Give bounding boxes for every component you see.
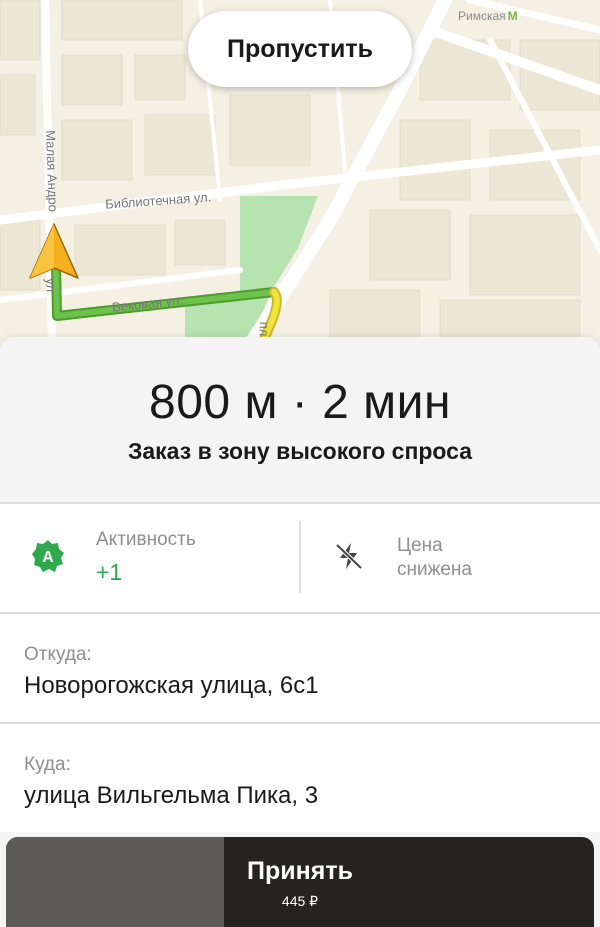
svg-text:A: A — [42, 549, 54, 566]
metro-icon: М — [507, 9, 518, 23]
order-summary: 800 м · 2 мин Заказ в зону высокого спро… — [0, 337, 600, 502]
accept-label: Принять — [247, 857, 353, 885]
order-panel: 800 м · 2 мин Заказ в зону высокого спро… — [0, 337, 600, 927]
destination-label: Куда: — [24, 754, 71, 775]
destination-address: улица Вильгельма Пика, 3 — [24, 782, 319, 809]
pickup-address: Новорогожская улица, 6с1 — [24, 672, 319, 699]
activity-label: Активность — [96, 529, 196, 550]
accept-timer-progress — [6, 837, 224, 927]
vertical-divider — [299, 521, 301, 593]
activity-badge-icon: A — [32, 540, 64, 572]
skip-button[interactable]: Пропустить — [188, 11, 412, 87]
order-type-subtitle: Заказ в зону высокого спроса — [127, 438, 473, 464]
destination-address-block: Куда: улица Вильгельма Пика, 3 — [0, 724, 600, 832]
pickup-address-block: Откуда: Новорогожская улица, 6с1 — [0, 614, 600, 722]
street-label-pl: пл — [256, 321, 272, 337]
lightning-crossed-icon — [335, 543, 363, 570]
order-perks-row: A Активность +1 Цена снижена — [0, 504, 600, 612]
metro-label: Римская М — [458, 9, 518, 23]
map-view[interactable]: Римская М Библиотечная ул. Вековая ул. Ма… — [0, 0, 600, 345]
pickup-label: Откуда: — [24, 644, 92, 665]
accept-button[interactable]: Принять 445 ₽ — [6, 837, 594, 927]
street-label-ul: ул — [43, 278, 59, 293]
eta-distance-time: 800 м · 2 мин — [149, 376, 451, 429]
street-label-malaya-andronyevskaya: Малая Андро — [43, 130, 61, 213]
price-reduced-label: Цена снижена — [397, 535, 472, 580]
activity-value: +1 — [96, 559, 123, 585]
accept-price: 445 ₽ — [281, 893, 319, 909]
